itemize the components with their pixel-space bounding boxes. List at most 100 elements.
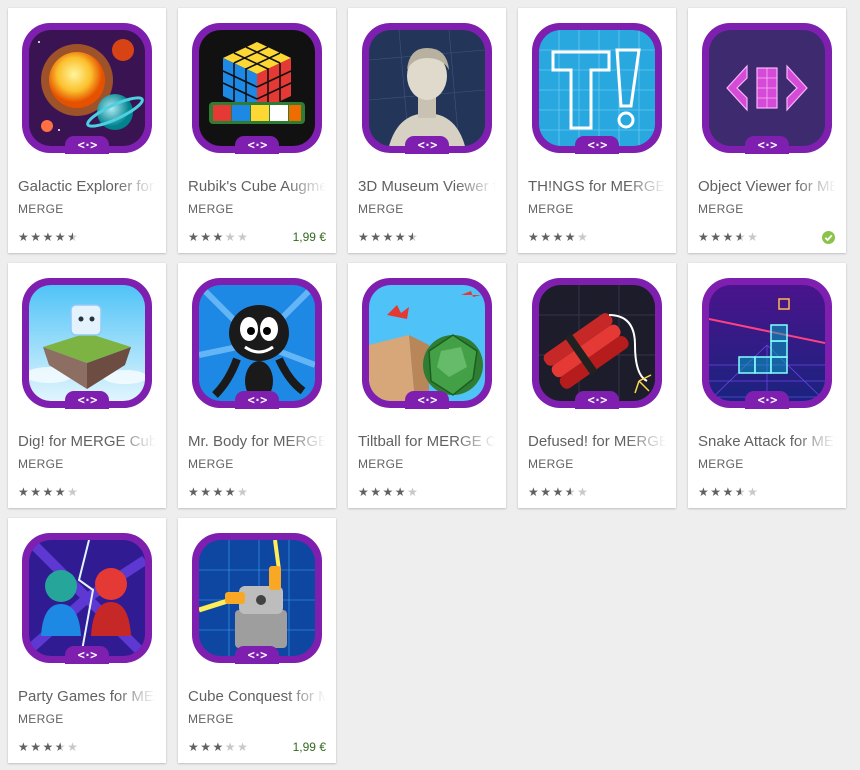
app-icon[interactable]: <·> [532,278,662,409]
app-card[interactable]: <·> Mr. Body for MERGE Cube MERGE ★★★★★ [178,263,336,508]
app-title[interactable]: Defused! for MERGE Cube [528,433,666,451]
developer-name[interactable]: MERGE [528,202,666,216]
developer-name[interactable]: MERGE [358,202,496,216]
star-icon: ★ [564,230,578,244]
app-title[interactable]: Object Viewer for MERGE Cube [698,178,836,196]
star-icon: ★ [540,485,553,499]
star-icon: ★ [237,740,250,754]
app-icon[interactable]: <·> [22,278,152,409]
app-card[interactable]: <·> TH!NGS for MERGE Cube MERGE ★★★★★ [518,8,676,253]
star-icon: ★ [237,230,250,244]
title-fade [286,178,326,196]
developer-name[interactable]: MERGE [698,202,836,216]
app-title[interactable]: TH!NGS for MERGE Cube [528,178,666,196]
star-icon: ★ [528,230,541,244]
developer-name[interactable]: MERGE [188,712,326,726]
star-rating: ★★★★★ [18,230,79,244]
developer-name[interactable]: MERGE [528,457,666,471]
star-icon: ★ [698,230,711,244]
app-title[interactable]: Mr. Body for MERGE Cube [188,433,326,451]
star-icon: ★ [407,485,420,499]
developer-name[interactable]: MERGE [188,457,326,471]
app-card[interactable]: <·> Party Games for MERGE Cube MERGE ★★★… [8,518,166,763]
merge-frame [532,278,662,408]
app-title[interactable]: 3D Museum Viewer for MERGE [358,178,496,196]
star-icon: ★ [42,485,55,499]
star-icon: ★ [734,230,748,244]
app-card[interactable]: <·> Galactic Explorer for MERGE Cube MER… [8,8,166,253]
developer-name[interactable]: MERGE [698,457,836,471]
app-title[interactable]: Tiltball for MERGE Cube [358,433,496,451]
app-title[interactable]: Snake Attack for MERGE Cube [698,433,836,451]
app-icon[interactable]: <·> [22,23,152,154]
app-card[interactable]: <·> 3D Museum Viewer for MERGE MERGE ★★★… [348,8,506,253]
things-logo-icon [539,30,655,146]
app-card[interactable]: <·> Defused! for MERGE Cube MERGE ★★★★★ [518,263,676,508]
star-icon: ★ [30,740,43,754]
developer-name[interactable]: MERGE [358,457,496,471]
star-icon: ★ [212,740,225,754]
app-card[interactable]: <·> Rubik's Cube Augmented MERGE ★★★★★ 1… [178,8,336,253]
app-card[interactable]: <·> Tiltball for MERGE Cube MERGE ★★★★★ [348,263,506,508]
app-card[interactable]: <·> Dig! for MERGE Cube MERGE ★★★★★ [8,263,166,508]
title-fade [456,433,496,451]
title-fade [626,433,666,451]
merge-frame [362,278,492,408]
merge-cube-badge-icon: <·> [235,646,279,664]
star-icon: ★ [30,485,43,499]
app-icon[interactable]: <·> [192,278,322,409]
developer-name[interactable]: MERGE [18,457,156,471]
star-icon: ★ [200,230,213,244]
developer-name[interactable]: MERGE [18,712,156,726]
app-card[interactable]: <·> Snake Attack for MERGE Cube MERGE ★★… [688,263,846,508]
developer-name[interactable]: MERGE [188,202,326,216]
app-icon[interactable]: <·> [22,533,152,664]
merge-cube-badge-icon: <·> [575,391,619,409]
star-icon: ★ [382,230,395,244]
app-title[interactable]: Dig! for MERGE Cube [18,433,156,451]
developer-name[interactable]: MERGE [18,202,156,216]
neon-blocks-icon [709,285,825,401]
star-icon: ★ [552,485,565,499]
star-icon: ★ [710,485,723,499]
star-icon: ★ [200,740,213,754]
merge-cube-badge-icon: <·> [405,136,449,154]
star-rating: ★★★★★ [528,230,589,244]
app-title[interactable]: Party Games for MERGE Cube [18,688,156,706]
star-icon: ★ [212,230,225,244]
app-card[interactable]: <·> Cube Conquest for MERGE Cube MERGE ★… [178,518,336,763]
star-rating: ★★★★★ [188,740,249,754]
merge-frame [22,533,152,663]
app-icon[interactable]: <·> [702,23,832,154]
star-rating: ★★★★★ [358,485,419,499]
merge-cube-badge-icon: <·> [745,136,789,154]
app-title[interactable]: Cube Conquest for MERGE Cube [188,688,326,706]
star-icon: ★ [370,485,383,499]
star-icon: ★ [200,485,213,499]
app-title[interactable]: Rubik's Cube Augmented [188,178,326,196]
merge-frame [22,278,152,408]
app-icon[interactable]: <·> [532,23,662,154]
app-icon[interactable]: <·> [192,23,322,154]
star-icon: ★ [54,740,68,754]
star-icon: ★ [237,485,250,499]
app-title[interactable]: Galactic Explorer for MERGE Cube [18,178,156,196]
star-icon: ★ [188,230,201,244]
merge-frame [192,23,322,153]
star-icon: ★ [407,230,420,244]
app-card[interactable]: <·> Object Viewer for MERGE Cube MERGE ★… [688,8,846,253]
star-rating: ★★★★★ [358,230,419,244]
star-rating: ★★★★★ [698,230,759,244]
star-icon: ★ [188,485,201,499]
app-icon[interactable]: <·> [362,278,492,409]
app-icon[interactable]: <·> [362,23,492,154]
title-fade [116,433,156,451]
merge-frame [702,23,832,153]
green-ball-icon [369,285,485,401]
star-icon: ★ [358,485,371,499]
app-icon[interactable]: <·> [702,278,832,409]
merge-frame [532,23,662,153]
star-icon: ★ [710,230,723,244]
app-icon[interactable]: <·> [192,533,322,664]
star-icon: ★ [54,230,68,244]
